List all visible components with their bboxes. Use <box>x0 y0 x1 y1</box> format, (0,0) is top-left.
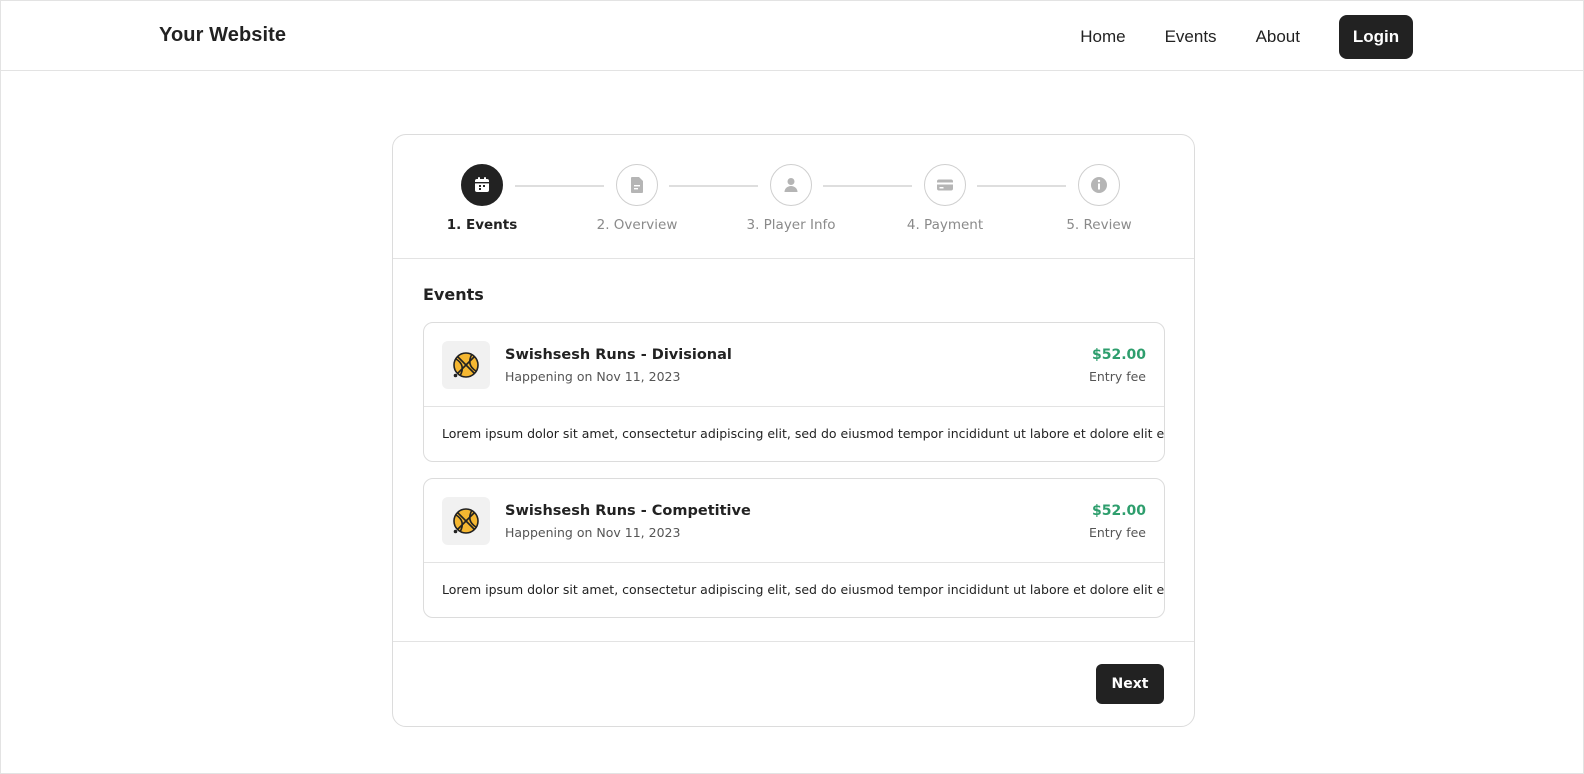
registration-card: 1. Events 2. Overview 3. Player Info 4. … <box>392 134 1195 727</box>
event-price-label: Entry fee <box>1088 525 1146 540</box>
nav-link-home[interactable]: Home <box>1080 27 1125 47</box>
step-circle <box>924 164 966 206</box>
event-header: Swishsesh Runs - Competitive Happening o… <box>424 479 1164 563</box>
section-title: Events <box>423 285 484 304</box>
step-circle <box>461 164 503 206</box>
user-icon <box>784 178 798 192</box>
card-footer: Next <box>393 642 1194 726</box>
site-header: Your Website Home Events About Login <box>1 1 1583 71</box>
step-payment[interactable]: 4. Payment <box>875 164 1015 233</box>
step-player-info[interactable]: 3. Player Info <box>721 164 861 233</box>
brand-logo-text[interactable]: Your Website <box>159 24 286 47</box>
step-review[interactable]: 5. Review <box>1029 164 1169 233</box>
event-price: $52.00 <box>1091 347 1146 363</box>
stepper: 1. Events 2. Overview 3. Player Info 4. … <box>393 135 1194 259</box>
event-date: Happening on Nov 11, 2023 <box>505 525 681 540</box>
step-label: 5. Review <box>1066 217 1132 233</box>
event-date: Happening on Nov 11, 2023 <box>505 369 681 384</box>
step-label: 4. Payment <box>906 217 984 233</box>
event-description: Lorem ipsum dolor sit amet, consectetur … <box>442 426 1164 441</box>
step-label: 2. Overview <box>596 217 678 233</box>
nav-link-about[interactable]: About <box>1256 27 1300 47</box>
event-card-divisional[interactable]: Swishsesh Runs - Divisional Happening on… <box>423 322 1165 462</box>
events-section: Events Swishsesh Runs - Divisional Happe… <box>393 259 1194 642</box>
event-thumbnail <box>442 341 490 389</box>
calendar-icon <box>475 177 489 192</box>
credit-card-icon <box>937 179 953 191</box>
event-description: Lorem ipsum dolor sit amet, consectetur … <box>442 582 1164 597</box>
step-label: 3. Player Info <box>746 217 836 233</box>
nav-link-events[interactable]: Events <box>1165 27 1217 47</box>
event-thumbnail <box>442 497 490 545</box>
event-card-competitive[interactable]: Swishsesh Runs - Competitive Happening o… <box>423 478 1165 618</box>
info-icon <box>1091 177 1107 193</box>
event-price: $52.00 <box>1091 503 1146 519</box>
event-price-label: Entry fee <box>1088 369 1146 384</box>
event-title: Swishsesh Runs - Competitive <box>505 503 751 519</box>
step-overview[interactable]: 2. Overview <box>567 164 707 233</box>
step-circle <box>1078 164 1120 206</box>
basketball-icon <box>453 508 479 534</box>
main-nav: Home Events About Login <box>1080 15 1413 59</box>
login-button[interactable]: Login <box>1339 15 1413 59</box>
step-events[interactable]: 1. Events <box>412 164 552 233</box>
basketball-icon <box>453 352 479 378</box>
event-title: Swishsesh Runs - Divisional <box>505 347 732 363</box>
step-circle <box>616 164 658 206</box>
step-circle <box>770 164 812 206</box>
document-icon <box>631 177 643 193</box>
event-header: Swishsesh Runs - Divisional Happening on… <box>424 323 1164 407</box>
step-label: 1. Events <box>446 217 518 233</box>
next-button[interactable]: Next <box>1096 664 1164 704</box>
